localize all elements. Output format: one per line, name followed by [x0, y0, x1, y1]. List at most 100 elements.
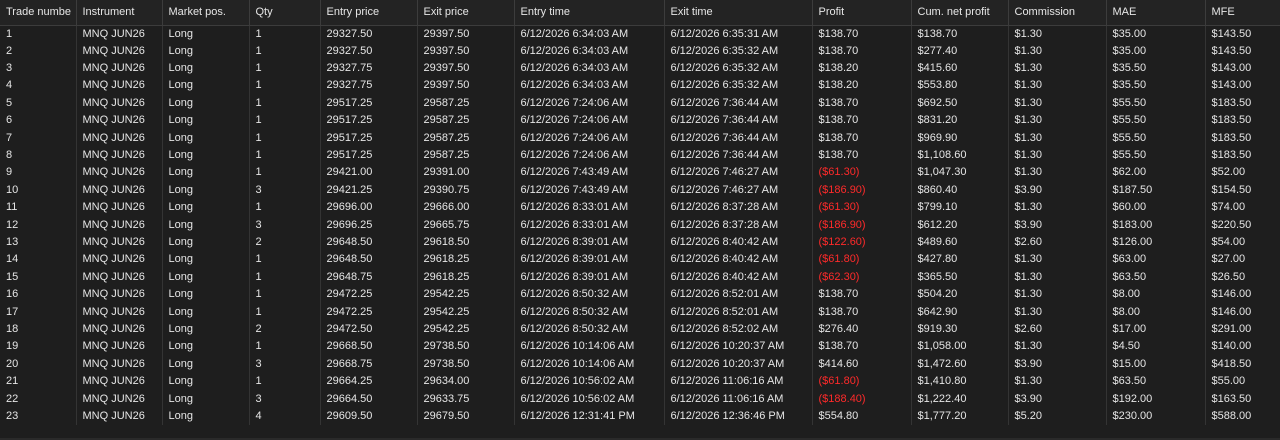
column-header-exit-price[interactable]: Exit price [417, 0, 515, 26]
commission-cell: $1.30 [1008, 77, 1107, 95]
instrument-cell: MNQ JUN26 [76, 407, 163, 426]
table-row[interactable]: 14 MNQ JUN26 Long 1 29648.50 29618.25 6/12/202… [0, 251, 1280, 269]
qty-cell: 1 [249, 112, 321, 130]
table-row[interactable]: 20 MNQ JUN26 Long 3 29668.75 29738.50 6/12/202… [0, 355, 1280, 373]
table-row[interactable]: 6 MNQ JUN26 Long 1 29517.25 29587.25 6/12/2026… [0, 112, 1280, 130]
entry-price-cell: 29472.25 [320, 303, 418, 321]
exit-price-cell: 29633.75 [417, 390, 515, 408]
header-row: Trade numbe Instrument Market pos. Qty E… [0, 0, 1280, 26]
column-header-trade-number[interactable]: Trade numbe [0, 0, 77, 26]
cum-net-profit-cell: $1,222.40 [911, 390, 1009, 408]
profit-cell: $138.70 [812, 112, 912, 130]
trade-number-cell: 9 [0, 164, 77, 182]
qty-cell: 1 [249, 77, 321, 95]
column-header-mfe[interactable]: MFE [1205, 0, 1280, 26]
mae-cell: $55.50 [1106, 129, 1206, 147]
profit-cell: $138.70 [812, 42, 912, 60]
exit-price-cell: 29587.25 [417, 146, 515, 165]
instrument-cell: MNQ JUN26 [76, 164, 163, 182]
exit-price-cell: 29397.50 [417, 77, 515, 95]
exit-price-cell: 29390.75 [417, 181, 515, 200]
table-row[interactable]: 15 MNQ JUN26 Long 1 29648.75 29618.25 6/12/202… [0, 268, 1280, 286]
table-row[interactable]: 17 MNQ JUN26 Long 1 29472.25 29542.25 6/12/202… [0, 303, 1280, 321]
entry-price-cell: 29664.50 [320, 390, 418, 408]
mae-cell: $35.00 [1106, 25, 1206, 43]
table-row[interactable]: 5 MNQ JUN26 Long 1 29517.25 29587.25 6/12/2026… [0, 94, 1280, 113]
cum-net-profit-cell: $427.80 [911, 251, 1009, 269]
instrument-cell: MNQ JUN26 [76, 181, 163, 200]
instrument-cell: MNQ JUN26 [76, 233, 163, 252]
entry-time-cell: 6/12/2026 7:24:06 AM [514, 94, 665, 113]
trade-number-cell: 10 [0, 181, 77, 200]
column-header-cum-net-profit[interactable]: Cum. net profit [911, 0, 1009, 26]
instrument-cell: MNQ JUN26 [76, 199, 163, 217]
column-header-entry-price[interactable]: Entry price [320, 0, 418, 26]
commission-cell: $1.30 [1008, 112, 1107, 130]
market-position-cell: Long [162, 320, 250, 339]
table-row[interactable]: 10 MNQ JUN26 Long 3 29421.25 29390.75 6/12/202… [0, 181, 1280, 200]
mfe-cell: $74.00 [1205, 199, 1280, 217]
mfe-cell: $588.00 [1205, 407, 1280, 426]
entry-time-cell: 6/12/2026 6:34:03 AM [514, 59, 665, 78]
qty-cell: 3 [249, 181, 321, 200]
table-row[interactable]: 16 MNQ JUN26 Long 1 29472.25 29542.25 6/12/202… [0, 285, 1280, 304]
commission-cell: $2.60 [1008, 320, 1107, 339]
cum-net-profit-cell: $415.60 [911, 59, 1009, 78]
qty-cell: 1 [249, 146, 321, 165]
table-row[interactable]: 19 MNQ JUN26 Long 1 29668.50 29738.50 6/12/202… [0, 338, 1280, 356]
entry-price-cell: 29668.75 [320, 355, 418, 373]
entry-price-cell: 29696.00 [320, 199, 418, 217]
trade-number-cell: 15 [0, 268, 77, 286]
column-header-exit-time[interactable]: Exit time [664, 0, 813, 26]
table-row[interactable]: 4 MNQ JUN26 Long 1 29327.75 29397.50 6/12/2026… [0, 77, 1280, 95]
profit-cell: ($122.60) [812, 233, 912, 252]
commission-cell: $3.90 [1008, 390, 1107, 408]
table-row[interactable]: 8 MNQ JUN26 Long 1 29517.25 29587.25 6/12/2026… [0, 146, 1280, 165]
exit-time-cell: 6/12/2026 12:36:46 PM [664, 407, 813, 426]
column-header-profit[interactable]: Profit [812, 0, 912, 26]
exit-time-cell: 6/12/2026 7:36:44 AM [664, 146, 813, 165]
exit-time-cell: 6/12/2026 7:36:44 AM [664, 112, 813, 130]
profit-cell: ($61.30) [812, 164, 912, 182]
column-header-mae[interactable]: MAE [1106, 0, 1206, 26]
commission-cell: $5.20 [1008, 407, 1107, 426]
qty-cell: 2 [249, 320, 321, 339]
table-row[interactable]: 7 MNQ JUN26 Long 1 29517.25 29587.25 6/12/2026… [0, 129, 1280, 147]
instrument-cell: MNQ JUN26 [76, 112, 163, 130]
profit-cell: $138.70 [812, 94, 912, 113]
market-position-cell: Long [162, 355, 250, 373]
commission-cell: $1.30 [1008, 42, 1107, 60]
mae-cell: $35.50 [1106, 77, 1206, 95]
trade-number-cell: 18 [0, 320, 77, 339]
mfe-cell: $54.00 [1205, 233, 1280, 252]
table-row[interactable]: 23 MNQ JUN26 Long 4 29609.50 29679.50 6/12/202… [0, 407, 1280, 426]
table-row[interactable]: 11 MNQ JUN26 Long 1 29696.00 29666.00 6/12/202… [0, 199, 1280, 217]
table-row[interactable]: 18 MNQ JUN26 Long 2 29472.50 29542.25 6/12/202… [0, 320, 1280, 339]
table-row[interactable]: 1 MNQ JUN26 Long 1 29327.50 29397.50 6/12/2026… [0, 25, 1280, 43]
column-header-market-position[interactable]: Market pos. [162, 0, 250, 26]
table-row[interactable]: 9 MNQ JUN26 Long 1 29421.00 29391.00 6/12/2026… [0, 164, 1280, 182]
profit-cell: $138.70 [812, 303, 912, 321]
column-header-qty[interactable]: Qty [249, 0, 321, 26]
mae-cell: $230.00 [1106, 407, 1206, 426]
commission-cell: $1.30 [1008, 59, 1107, 78]
commission-cell: $1.30 [1008, 285, 1107, 304]
table-row[interactable]: 13 MNQ JUN26 Long 2 29648.50 29618.50 6/12/202… [0, 233, 1280, 252]
qty-cell: 2 [249, 233, 321, 252]
market-position-cell: Long [162, 268, 250, 286]
mfe-cell: $220.50 [1205, 216, 1280, 234]
column-header-instrument[interactable]: Instrument [76, 0, 163, 26]
market-position-cell: Long [162, 129, 250, 147]
table-row[interactable]: 12 MNQ JUN26 Long 3 29696.25 29665.75 6/12/202… [0, 216, 1280, 234]
market-position-cell: Long [162, 338, 250, 356]
column-header-commission[interactable]: Commission [1008, 0, 1107, 26]
column-header-entry-time[interactable]: Entry time [514, 0, 665, 26]
table-row[interactable]: 21 MNQ JUN26 Long 1 29664.25 29634.00 6/12/202… [0, 372, 1280, 391]
exit-price-cell: 29542.25 [417, 303, 515, 321]
qty-cell: 1 [249, 164, 321, 182]
commission-cell: $1.30 [1008, 94, 1107, 113]
table-row[interactable]: 22 MNQ JUN26 Long 3 29664.50 29633.75 6/12/202… [0, 390, 1280, 408]
exit-time-cell: 6/12/2026 6:35:31 AM [664, 25, 813, 43]
table-row[interactable]: 3 MNQ JUN26 Long 1 29327.75 29397.50 6/12/2026… [0, 59, 1280, 78]
table-row[interactable]: 2 MNQ JUN26 Long 1 29327.50 29397.50 6/12/2026… [0, 42, 1280, 60]
